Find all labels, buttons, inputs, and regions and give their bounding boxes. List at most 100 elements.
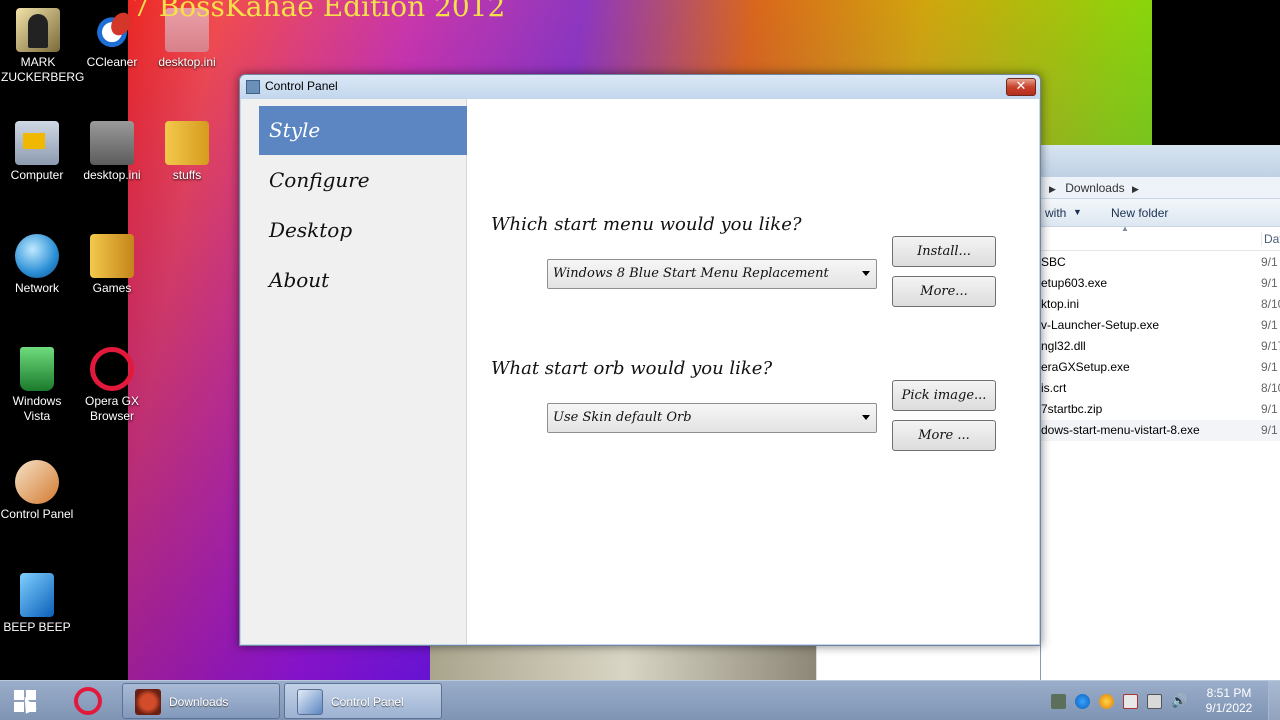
window-titlebar[interactable]: Control Panel ✕ — [240, 75, 1040, 99]
start-menu-more-button[interactable]: More... — [892, 276, 996, 307]
file-name: is.crt — [1041, 381, 1067, 395]
file-name: etup603.exe — [1041, 276, 1108, 290]
desktop-icon-windows-vista[interactable]: Windows Vista — [0, 347, 74, 424]
computer-icon — [15, 121, 59, 165]
taskbar: Downloads Control Panel 🔊 8:51 PM 9/1/20… — [0, 680, 1280, 720]
opera-gx-icon — [74, 687, 102, 715]
start-orb-more-button[interactable]: More ... — [892, 420, 996, 451]
volume-icon[interactable]: 🔊 — [1171, 694, 1187, 709]
desktop-icon-label: Computer — [10, 168, 64, 182]
games-folder-icon — [90, 234, 134, 278]
desktop-icon-computer[interactable]: Computer — [0, 121, 74, 183]
file-date: 9/1 — [1261, 276, 1278, 290]
window-title: Control Panel — [265, 79, 338, 93]
opera-gx-taskbar-button[interactable] — [70, 685, 106, 717]
pick-image-button[interactable]: Pick image... — [892, 380, 996, 411]
chevron-down-icon — [862, 271, 870, 276]
explorer-address-bar[interactable]: ▶ Downloads ▶ — [1041, 177, 1280, 199]
sidebar-item-about[interactable]: About — [259, 256, 467, 305]
sidebar-item-desktop[interactable]: Desktop — [259, 206, 467, 255]
show-desktop-button[interactable] — [1268, 681, 1280, 720]
taskbar-clock[interactable]: 8:51 PM 9/1/2022 — [1196, 686, 1262, 716]
file-row-selected[interactable]: dows-start-menu-vistart-8.exe 9/1 — [1041, 420, 1280, 441]
desktop-icon-label: BEEP BEEP — [3, 620, 71, 634]
network-tray-icon[interactable] — [1051, 694, 1066, 709]
folder-person-icon — [16, 8, 60, 52]
desktop-icon-label: Games — [92, 281, 132, 295]
taskbar-item-label: Control Panel — [331, 695, 404, 709]
explorer-window[interactable]: ▶ Downloads ▶ with ▼ New folder ▲ Dat SB… — [1040, 145, 1280, 680]
desktop-icon-mark-zuckerberg[interactable]: MARK ZUCKERBERG — [1, 8, 84, 85]
new-folder-button[interactable]: New folder — [1111, 206, 1168, 220]
start-menu-select-value: Windows 8 Blue Start Menu Replacement — [553, 266, 829, 281]
file-date: 9/1 — [1261, 360, 1278, 374]
downloads-folder-icon — [135, 689, 161, 715]
desktop-icon-beep-beep[interactable]: BEEP BEEP — [0, 573, 74, 635]
opera-gx-icon — [90, 347, 134, 391]
globe-tray-icon[interactable] — [1075, 694, 1090, 709]
window-content: Style Configure Desktop About Which star… — [241, 99, 1039, 644]
desktop-icon-stuffs[interactable]: stuffs — [150, 121, 224, 183]
control-panel-icon — [246, 80, 260, 94]
sidebar-item-style[interactable]: Style — [259, 106, 467, 155]
control-panel-window[interactable]: Control Panel ✕ Style Configure Desktop … — [239, 74, 1041, 646]
file-date: 9/1 — [1261, 423, 1278, 437]
blue-file-icon — [20, 573, 54, 617]
file-row[interactable]: eraGXSetup.exe 9/1 — [1041, 357, 1280, 378]
file-name: dows-start-menu-vistart-8.exe — [1041, 423, 1200, 437]
file-row[interactable]: is.crt 8/10 — [1041, 378, 1280, 399]
start-orb-question: What start orb would you like? — [491, 358, 773, 379]
taskbar-item-control-panel[interactable]: Control Panel — [284, 683, 442, 719]
file-date: 9/1 — [1261, 255, 1278, 269]
desktop-icon-games[interactable]: Games — [75, 234, 149, 296]
no-connection-tray-icon[interactable] — [1123, 694, 1138, 709]
desktop-icon-label: Opera GX Browser — [84, 394, 140, 423]
network-globe-icon — [15, 234, 59, 278]
file-row[interactable]: v-Launcher-Setup.exe 9/1 — [1041, 315, 1280, 336]
start-orb-select[interactable]: Use Skin default Orb — [547, 403, 877, 433]
chevron-down-icon — [862, 415, 870, 420]
breadcrumb[interactable]: Downloads — [1065, 181, 1124, 195]
column-header-date[interactable]: Dat — [1261, 232, 1280, 246]
chevron-right-icon: ▶ — [1131, 184, 1139, 194]
file-row[interactable]: SBC 9/1 — [1041, 252, 1280, 273]
file-name: v-Launcher-Setup.exe — [1041, 318, 1160, 332]
file-date: 9/17 — [1261, 339, 1280, 353]
file-name: 7startbc.zip — [1041, 402, 1103, 416]
column-header-row: ▲ Dat — [1041, 224, 1280, 251]
desktop-icon-network[interactable]: Network — [0, 234, 74, 296]
recycle-bin-icon — [20, 347, 54, 391]
file-date: 8/10 — [1261, 381, 1280, 395]
desktop-icon-desktop-ini-2[interactable]: desktop.ini — [75, 121, 149, 183]
file-row[interactable]: ngl32.dll 9/17 — [1041, 336, 1280, 357]
action-center-tray-icon[interactable] — [1147, 694, 1162, 709]
clock-time: 8:51 PM — [1206, 686, 1252, 700]
wallpaper-title: 7 BossKahae Edition 2012 — [132, 0, 506, 23]
clock-date: 9/1/2022 — [1205, 701, 1253, 715]
install-button[interactable]: Install... — [892, 236, 996, 267]
explorer-titlebar[interactable] — [1041, 145, 1280, 177]
sidebar-item-configure[interactable]: Configure — [259, 156, 467, 205]
explorer-toolbar: with ▼ New folder — [1041, 199, 1280, 227]
file-row[interactable]: 7startbc.zip 9/1 — [1041, 399, 1280, 420]
taskbar-item-downloads[interactable]: Downloads — [122, 683, 280, 719]
explorer-window-lower — [816, 645, 1040, 680]
control-panel-icon — [297, 689, 323, 715]
start-menu-select[interactable]: Windows 8 Blue Start Menu Replacement — [547, 259, 877, 289]
file-name: ngl32.dll — [1041, 339, 1086, 353]
file-row[interactable]: etup603.exe 9/1 — [1041, 273, 1280, 294]
close-button[interactable]: ✕ — [1006, 78, 1036, 96]
search-tray-icon[interactable] — [1099, 694, 1114, 709]
wallpaper-image-area — [430, 645, 820, 680]
desktop-icon-label: Windows Vista — [12, 394, 62, 423]
start-menu-question: Which start menu would you like? — [491, 214, 802, 235]
desktop-icon-opera-gx[interactable]: Opera GX Browser — [75, 347, 149, 424]
open-with-button[interactable]: with — [1045, 206, 1066, 220]
desktop-icon-control-panel[interactable]: Control Panel — [0, 460, 74, 522]
control-panel-icon — [15, 460, 59, 504]
desktop-icon-label: stuffs — [172, 168, 202, 182]
file-date: 9/1 — [1261, 318, 1278, 332]
file-row[interactable]: ktop.ini 8/10 — [1041, 294, 1280, 315]
folder-icon — [165, 121, 209, 165]
chevron-down-icon: ▼ — [1073, 207, 1082, 217]
